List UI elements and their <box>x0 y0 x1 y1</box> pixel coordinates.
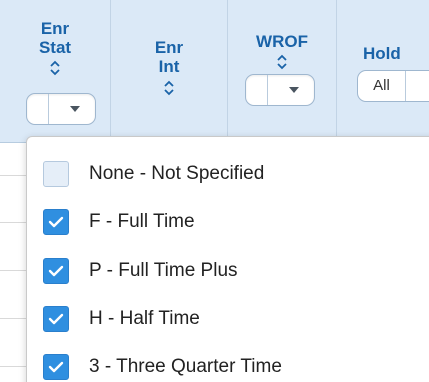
option-label: F - Full Time <box>89 211 195 232</box>
sort-icon[interactable] <box>49 59 61 77</box>
column-title-enr-int-line1: Enr <box>154 38 184 57</box>
hold-filter-value: All <box>358 71 406 101</box>
option-label: H - Half Time <box>89 308 200 329</box>
grid-row-divider <box>0 318 26 319</box>
sort-icon[interactable] <box>276 53 288 71</box>
chevron-down-icon <box>289 87 299 93</box>
column-title-enr-stat-line2: Stat <box>38 38 72 57</box>
checkbox-checked[interactable] <box>43 306 69 332</box>
wrof-filter-button[interactable] <box>245 74 315 106</box>
column-title-wrof: WROF <box>256 32 308 51</box>
checkmark-icon <box>48 313 64 325</box>
dropdown-option[interactable]: 3 - Three Quarter Time <box>43 352 429 380</box>
column-header-wrof[interactable]: WROF <box>228 0 337 143</box>
option-label: None - Not Specified <box>89 163 265 184</box>
checkbox-checked[interactable] <box>43 354 69 380</box>
dropdown-option[interactable]: P - Full Time Plus <box>43 256 429 284</box>
grid-row-divider <box>0 270 26 271</box>
checkmark-icon <box>48 265 64 277</box>
dropdown-option[interactable]: F - Full Time <box>43 207 429 235</box>
column-title-enr-stat-line1: Enr <box>40 19 70 38</box>
column-title-enr-int-line2: Int <box>158 57 180 76</box>
dropdown-option[interactable]: None - Not Specified <box>43 159 429 187</box>
checkmark-icon <box>48 216 64 228</box>
enr-stat-filter-dropdown: None - Not Specified F - Full Time P - F… <box>26 136 429 382</box>
column-header-hold[interactable]: Hold All <box>337 0 429 143</box>
filter-value-segment <box>246 75 268 105</box>
option-label: P - Full Time Plus <box>89 260 238 281</box>
dropdown-option[interactable]: H - Half Time <box>43 304 429 332</box>
filter-value-segment <box>27 94 49 124</box>
checkmark-icon <box>48 361 64 373</box>
enr-stat-filter-button[interactable] <box>26 93 96 125</box>
grid-row-divider <box>0 175 26 176</box>
grid-header: Enr Stat Enr Int WROF Hold All <box>0 0 429 143</box>
sort-icon[interactable] <box>163 79 175 97</box>
chevron-down-icon <box>70 106 80 112</box>
column-header-enr-stat[interactable]: Enr Stat <box>0 0 111 143</box>
checkbox-unchecked[interactable] <box>43 161 69 187</box>
grid-row-divider <box>0 366 26 367</box>
checkbox-checked[interactable] <box>43 209 69 235</box>
grid-row-divider <box>0 222 26 223</box>
column-header-enr-int[interactable]: Enr Int <box>111 0 228 143</box>
option-label: 3 - Three Quarter Time <box>89 356 282 377</box>
column-title-hold: Hold <box>363 44 401 63</box>
checkbox-checked[interactable] <box>43 258 69 284</box>
hold-filter-button[interactable]: All <box>357 70 429 102</box>
